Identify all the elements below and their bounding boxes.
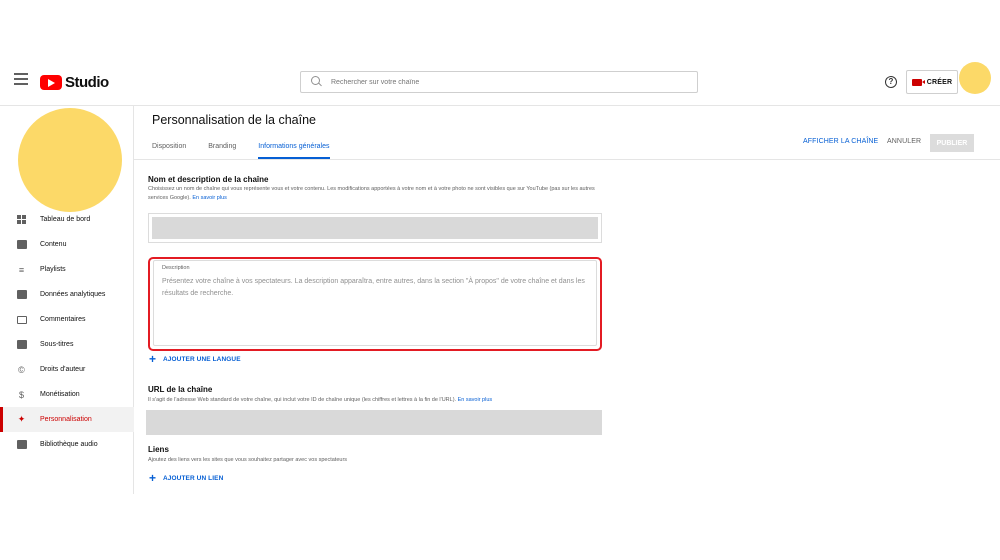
sidebar-item-analytics[interactable]: Données analytiques: [0, 282, 134, 307]
add-link-button[interactable]: + AJOUTER UN LIEN: [149, 471, 224, 485]
url-section-subtitle: Il s'agit de l'adresse Web standard de v…: [148, 396, 603, 405]
tab-basic-info[interactable]: Informations générales: [258, 140, 330, 159]
sidebar-item-customization[interactable]: ✦ Personnalisation: [0, 407, 134, 432]
description-placeholder: Présentez votre chaîne à vos spectateurs…: [162, 278, 585, 297]
monetization-icon: $: [18, 389, 24, 400]
learn-more-link[interactable]: En savoir plus: [192, 195, 227, 201]
sidebar-item-label: Commentaires: [40, 316, 86, 323]
tab-layout[interactable]: Disposition: [152, 140, 186, 159]
channel-name-redacted: [152, 217, 598, 239]
description-field[interactable]: Description Présentez votre chaîne à vos…: [153, 260, 597, 346]
sidebar-item-copyright[interactable]: © Droits d'auteur: [0, 357, 134, 382]
name-section-title: Nom et description de la chaîne: [148, 175, 269, 184]
copyright-icon: ©: [18, 364, 25, 375]
sidebar-item-audio-library[interactable]: Bibliothèque audio: [0, 432, 134, 457]
description-highlight[interactable]: Description Présentez votre chaîne à vos…: [148, 257, 602, 351]
account-avatar[interactable]: [959, 62, 991, 94]
youtube-play-icon: [40, 74, 62, 90]
url-section-title: URL de la chaîne: [148, 385, 213, 394]
sidebar-item-content[interactable]: Contenu: [0, 232, 134, 257]
content-icon: [16, 240, 27, 250]
tab-bar: Disposition Branding Informations généra…: [152, 140, 330, 159]
channel-url-redacted: [146, 410, 602, 435]
description-label: Description: [162, 265, 190, 271]
sidebar-item-label: Bibliothèque audio: [40, 441, 98, 448]
add-link-label: AJOUTER UN LIEN: [163, 474, 224, 482]
page-title: Personnalisation de la chaîne: [152, 113, 317, 127]
learn-more-link[interactable]: En savoir plus: [458, 397, 493, 403]
sidebar-item-comments[interactable]: Commentaires: [0, 307, 134, 332]
sidebar: Tableau de bord Contenu ≡ Playlists Donn…: [0, 106, 134, 494]
tab-branding[interactable]: Branding: [208, 140, 236, 159]
sidebar-item-label: Contenu: [40, 241, 67, 248]
video-camera-icon: [911, 78, 925, 86]
sidebar-item-label: Personnalisation: [40, 416, 92, 423]
analytics-icon: [16, 290, 27, 300]
sidebar-item-label: Tableau de bord: [40, 216, 91, 223]
publish-button[interactable]: PUBLIER: [930, 134, 974, 152]
sidebar-item-label: Sous-titres: [40, 341, 74, 348]
search-box[interactable]: [300, 71, 698, 93]
links-section-subtitle: Ajoutez des liens vers les sites que vou…: [148, 457, 348, 463]
sidebar-item-subtitles[interactable]: Sous-titres: [0, 332, 134, 357]
plus-icon: +: [149, 352, 157, 366]
sidebar-nav: Tableau de bord Contenu ≡ Playlists Donn…: [0, 207, 134, 457]
menu-icon[interactable]: [14, 73, 28, 85]
plus-icon: +: [149, 471, 157, 485]
cancel-button[interactable]: ANNULER: [887, 138, 921, 145]
sidebar-item-label: Monétisation: [40, 391, 80, 398]
search-icon[interactable]: [311, 76, 323, 88]
links-section-title: Liens: [148, 445, 169, 454]
sidebar-item-label: Données analytiques: [40, 291, 106, 298]
create-button-label: CRÉER: [926, 78, 953, 86]
help-icon[interactable]: ?: [885, 76, 897, 88]
studio-logo[interactable]: Studio: [40, 73, 109, 91]
sidebar-item-label: Droits d'auteur: [40, 366, 86, 373]
url-section-subtitle-text: Il s'agit de l'adresse Web standard de v…: [148, 397, 457, 403]
sidebar-item-dashboard[interactable]: Tableau de bord: [0, 207, 134, 232]
channel-name-field[interactable]: [148, 213, 602, 243]
create-button[interactable]: CRÉER: [906, 70, 958, 94]
comments-icon: [16, 315, 27, 325]
sidebar-item-playlists[interactable]: ≡ Playlists: [0, 257, 134, 282]
playlists-icon: ≡: [18, 264, 25, 275]
dashboard-icon: [16, 215, 27, 225]
add-language-button[interactable]: + AJOUTER UNE LANGUE: [149, 352, 241, 366]
sidebar-item-monetization[interactable]: $ Monétisation: [0, 382, 134, 407]
name-section-subtitle: Choisissez un nom de chaîne qui vous rep…: [148, 185, 603, 203]
view-channel-button[interactable]: AFFICHER LA CHAÎNE: [803, 138, 878, 145]
customization-icon: ✦: [17, 414, 26, 424]
audio-library-icon: [16, 440, 27, 450]
top-bar: Studio ? CRÉER: [0, 58, 1000, 106]
subtitles-icon: [16, 340, 27, 350]
add-language-label: AJOUTER UNE LANGUE: [163, 355, 241, 363]
sidebar-item-label: Playlists: [40, 266, 66, 273]
logo-text: Studio: [65, 73, 109, 91]
channel-avatar[interactable]: [18, 108, 122, 212]
tabs-divider: [134, 159, 1000, 160]
search-input[interactable]: [331, 78, 681, 86]
